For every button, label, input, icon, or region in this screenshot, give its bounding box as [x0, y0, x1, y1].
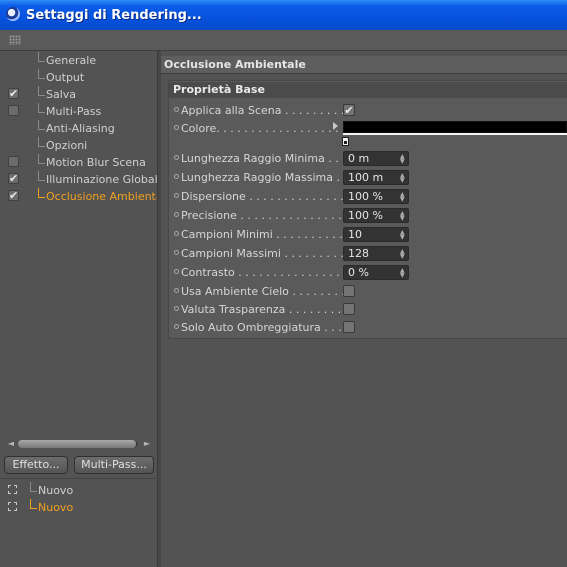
spinner-icon[interactable]: ▲ ▼	[400, 268, 405, 279]
take-item-selected[interactable]: Nuovo	[0, 499, 157, 516]
prop-evaluate-transparency: Valuta Trasparenza . . . . . . . . . . .	[170, 301, 567, 318]
spinner-icon[interactable]: ▲ ▼	[400, 211, 405, 222]
animate-dot-icon[interactable]	[174, 306, 179, 311]
animate-dot-icon[interactable]	[174, 269, 179, 274]
evaluate-transparency-checkbox[interactable]	[343, 303, 355, 315]
max-samples-field[interactable]: 128 ▲ ▼	[343, 246, 409, 261]
sidebar-item-multipass[interactable]: Multi-Pass	[0, 103, 157, 120]
sidebar-item-label: Multi-Pass	[46, 105, 102, 118]
prop-self-shadowing: Solo Auto Ombreggiatura . . . . . .	[170, 319, 567, 336]
animate-dot-icon[interactable]	[174, 231, 179, 236]
sidebar-item-label: Salva	[46, 88, 77, 101]
scrollbar-thumb[interactable]	[18, 440, 136, 448]
toolbar	[0, 30, 567, 51]
sidebar-checkbox-occlusione[interactable]: ✔	[8, 190, 19, 201]
app-icon	[6, 7, 20, 21]
dispersion-field[interactable]: 100 % ▲ ▼	[343, 189, 409, 204]
animate-dot-icon[interactable]	[174, 250, 179, 255]
group-title: Proprietà Base	[173, 83, 265, 96]
spinner-icon[interactable]: ▲ ▼	[400, 249, 405, 260]
precision-field[interactable]: 100 % ▲ ▼	[343, 208, 409, 223]
spinner-icon[interactable]: ▲ ▼	[400, 154, 405, 165]
prop-precision: Precisione . . . . . . . . . . . . . . .…	[170, 207, 567, 224]
prop-apply-scene: Applica alla Scena . . . . . . . . . . ✔	[170, 102, 567, 119]
scroll-left-icon[interactable]: ◄	[6, 439, 16, 449]
sidebar-item-label: Output	[46, 71, 85, 84]
prop-max-samples: Campioni Massimi . . . . . . . . . . . .…	[170, 245, 567, 262]
sidebar-item-occlusione-ambientale[interactable]: ✔ Occlusione Ambientale	[0, 188, 172, 205]
animate-dot-icon[interactable]	[174, 155, 179, 160]
animate-dot-icon[interactable]	[174, 324, 179, 329]
spinner-icon[interactable]: ▲ ▼	[400, 192, 405, 203]
apply-scene-checkbox[interactable]: ✔	[343, 104, 355, 116]
sidebar-item-label: Opzioni	[46, 139, 88, 152]
sidebar-checkbox-multipass[interactable]	[8, 105, 19, 116]
take-item[interactable]: Nuovo	[0, 482, 157, 499]
prop-min-samples: Campioni Minimi . . . . . . . . . . . . …	[170, 226, 567, 243]
take-label: Nuovo	[38, 501, 74, 514]
group-header[interactable]: Proprietà Base	[169, 82, 567, 98]
spinner-icon[interactable]: ▲ ▼	[400, 173, 405, 184]
gradient-bar	[343, 133, 567, 135]
expand-arrow-icon[interactable]	[333, 122, 338, 130]
prop-max-ray-length: Lunghezza Raggio Massima . . . 100 m ▲ ▼	[170, 169, 567, 186]
take-icon	[8, 502, 17, 511]
window-title: Settaggi di Rendering...	[26, 8, 202, 23]
animate-dot-icon[interactable]	[174, 107, 179, 112]
sidebar-checkbox-motion-blur[interactable]	[8, 156, 19, 167]
prop-sky-environment: Usa Ambiente Cielo . . . . . . . . . .	[170, 283, 567, 300]
contrast-field[interactable]: 0 % ▲ ▼	[343, 265, 409, 280]
sidebar-item-label: Motion Blur Scena	[46, 156, 146, 169]
title-bar: Settaggi di Rendering...	[0, 0, 567, 30]
sky-environment-checkbox[interactable]	[343, 285, 355, 297]
max-ray-length-field[interactable]: 100 m ▲ ▼	[343, 170, 409, 185]
spinner-icon[interactable]: ▲ ▼	[400, 230, 405, 241]
sidebar-checkbox-salva[interactable]: ✔	[8, 88, 19, 99]
sidebar-item-opzioni[interactable]: Opzioni	[0, 137, 157, 154]
animate-dot-icon[interactable]	[174, 193, 179, 198]
prop-min-ray-length: Lunghezza Raggio Minima . . . . . 0 m ▲ ▼	[170, 150, 567, 167]
section-title: Occlusione Ambientale	[164, 58, 306, 71]
animate-dot-icon[interactable]	[174, 288, 179, 293]
scroll-right-icon[interactable]: ►	[142, 439, 152, 449]
animate-dot-icon[interactable]	[174, 125, 179, 130]
take-label: Nuovo	[38, 484, 74, 497]
divider	[0, 478, 157, 479]
animate-dot-icon[interactable]	[174, 174, 179, 179]
prop-dispersion: Dispersione . . . . . . . . . . . . . . …	[170, 188, 567, 205]
sidebar-checkbox-illuminazione[interactable]: ✔	[8, 173, 19, 184]
min-ray-length-field[interactable]: 0 m ▲ ▼	[343, 151, 409, 166]
self-shadowing-checkbox[interactable]	[343, 321, 355, 333]
effect-button[interactable]: Effetto...	[4, 456, 68, 474]
min-samples-field[interactable]: 10 ▲ ▼	[343, 227, 409, 242]
gradient-knob-icon[interactable]	[342, 137, 349, 146]
sidebar-item-salva[interactable]: ✔ Salva	[0, 86, 157, 103]
sidebar-item-label: Illuminazione Globale	[46, 173, 165, 186]
sidebar-scrollbar[interactable]: ◄ ►	[6, 439, 152, 449]
sidebar-item-label: Anti-Aliasing	[46, 122, 115, 135]
sidebar-item-motion-blur[interactable]: Motion Blur Scena	[0, 154, 157, 171]
multipass-button[interactable]: Multi-Pass...	[74, 456, 154, 474]
sidebar-item-generale[interactable]: Generale	[0, 52, 157, 69]
color-gradient-swatch[interactable]	[343, 121, 567, 133]
animate-dot-icon[interactable]	[174, 212, 179, 217]
sidebar-item-illuminazione-globale[interactable]: ✔ Illuminazione Globale	[0, 171, 164, 188]
prop-contrast: Contrasto . . . . . . . . . . . . . . . …	[170, 264, 567, 281]
sidebar-item-output[interactable]: Output	[0, 69, 157, 86]
sidebar-item-label: Occlusione Ambientale	[46, 190, 173, 203]
sidebar-item-antialiasing[interactable]: Anti-Aliasing	[0, 120, 157, 137]
sidebar-item-label: Generale	[46, 54, 97, 67]
section-header: Occlusione Ambientale	[161, 56, 567, 74]
take-icon	[8, 485, 17, 494]
grip-icon[interactable]	[9, 35, 21, 45]
